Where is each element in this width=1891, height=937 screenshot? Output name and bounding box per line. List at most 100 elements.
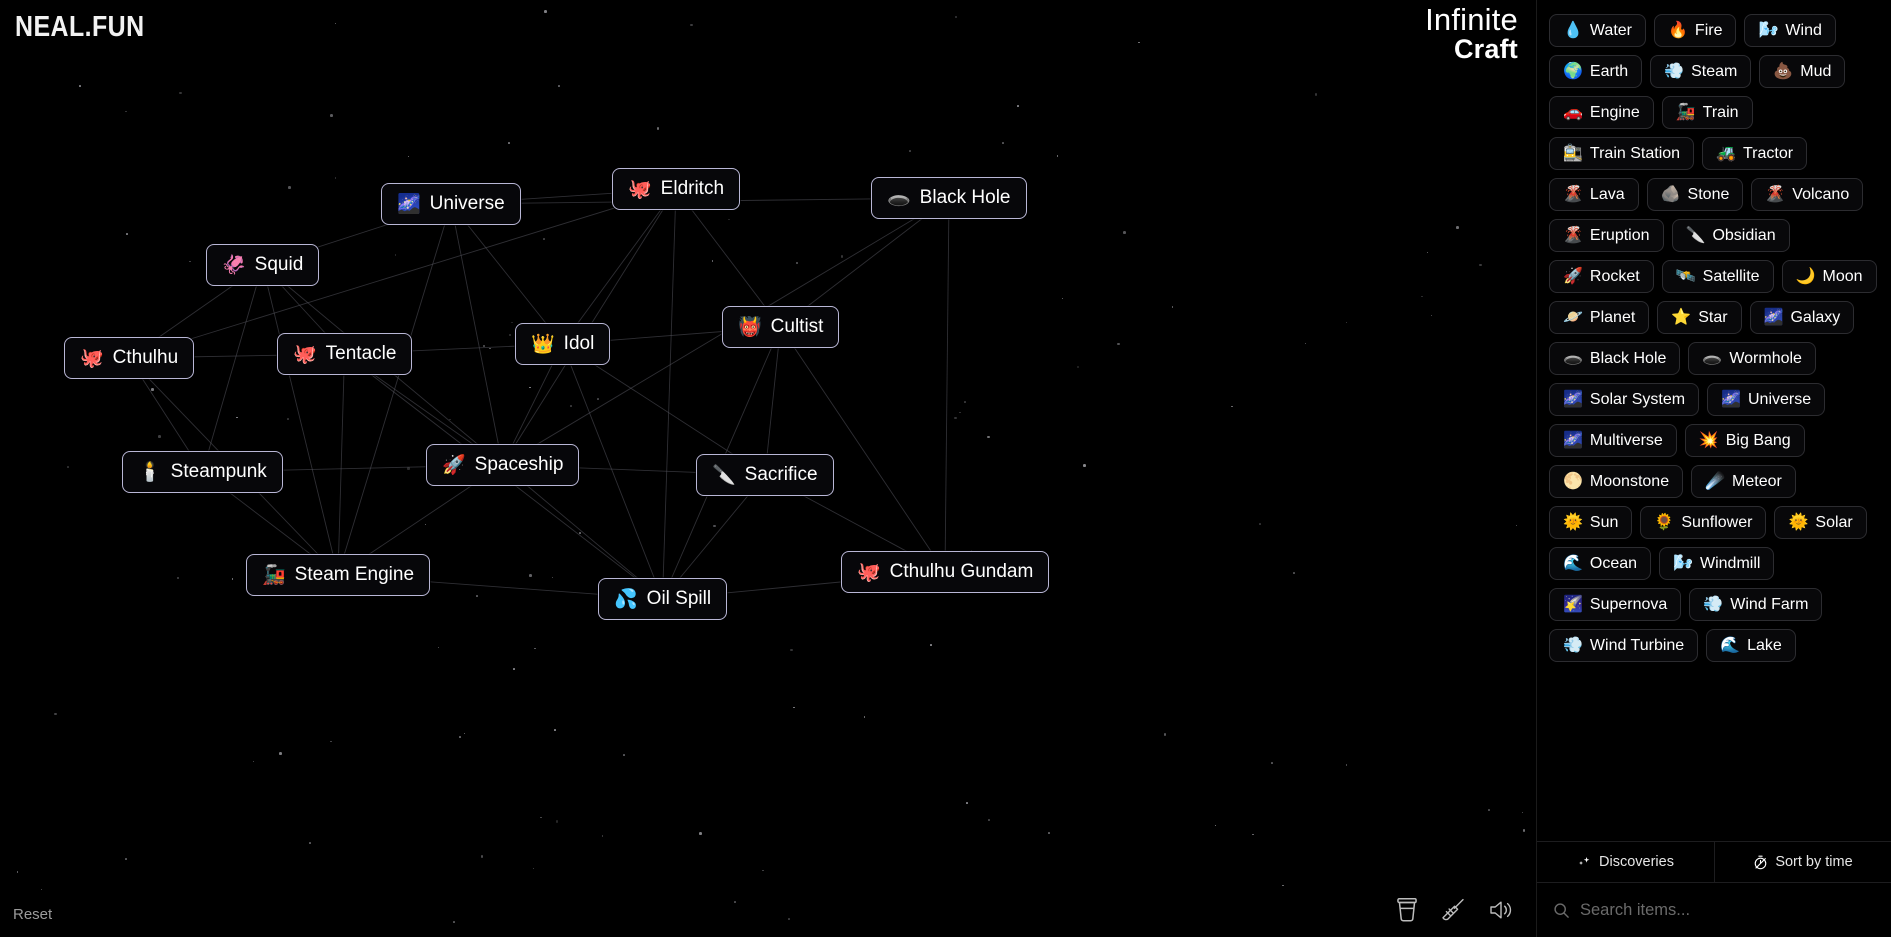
sidebar-item-water[interactable]: 💧 Water xyxy=(1549,14,1646,47)
broom-icon[interactable] xyxy=(1441,896,1467,924)
sidebar-item-earth[interactable]: 🌍 Earth xyxy=(1549,55,1643,88)
canvas-node[interactable]: 🐙 Tentacle xyxy=(277,333,413,375)
tab-discoveries[interactable]: Discoveries xyxy=(1537,842,1714,882)
sidebar-item-train[interactable]: 🚂 Train xyxy=(1661,96,1753,129)
sidebar-item-universe[interactable]: 🌌 Universe xyxy=(1707,383,1826,416)
item-emoji-icon: 🌊 xyxy=(1563,554,1583,572)
canvas-node[interactable]: 🐙 Cthulhu xyxy=(64,337,195,379)
canvas-node[interactable]: 🌌 Universe xyxy=(381,183,521,225)
item-label: Rocket xyxy=(1589,267,1640,285)
sidebar-item-multiverse[interactable]: 🌌 Multiverse xyxy=(1549,424,1677,457)
sidebar-item-train-station[interactable]: 🚉 Train Station xyxy=(1549,137,1695,170)
sidebar-item-wind-turbine[interactable]: 💨 Wind Turbine xyxy=(1549,629,1699,662)
canvas-node[interactable]: 🐙 Cthulhu Gundam xyxy=(841,551,1050,593)
coffee-cup-icon[interactable] xyxy=(1394,896,1420,924)
canvas-node[interactable]: 💦 Oil Spill xyxy=(598,578,728,620)
sidebar-item-wind[interactable]: 🌬️ Wind xyxy=(1744,14,1836,47)
sidebar-item-sun[interactable]: 🌞 Sun xyxy=(1549,506,1633,539)
item-emoji-icon: 🌌 xyxy=(1721,390,1741,408)
item-emoji-icon: 💥 xyxy=(1698,431,1719,449)
item-label: Windmill xyxy=(1699,554,1761,572)
item-emoji-icon: 🌕 xyxy=(1563,472,1583,490)
reset-button[interactable]: Reset xyxy=(13,906,52,923)
sidebar-item-satellite[interactable]: 🛰️ Satellite xyxy=(1661,260,1774,293)
canvas-node[interactable]: 🦑 Squid xyxy=(206,244,320,286)
search-input[interactable] xyxy=(1580,896,1875,924)
item-label: Solar xyxy=(1815,513,1853,531)
neal-fun-logo[interactable]: NEAL.FUN xyxy=(15,11,145,44)
item-label: Steam xyxy=(1691,62,1738,80)
sidebar-item-planet[interactable]: 🪐 Planet xyxy=(1549,301,1650,334)
item-label: Universe xyxy=(1747,390,1812,408)
sidebar-item-moon[interactable]: 🌙 Moon xyxy=(1781,260,1877,293)
sidebar-item-lava[interactable]: 🌋 Lava xyxy=(1549,178,1639,211)
sidebar-item-steam[interactable]: 💨 Steam xyxy=(1650,55,1752,88)
item-label: Star xyxy=(1698,308,1728,326)
sidebar-item-solar-system[interactable]: 🌌 Solar System xyxy=(1549,383,1700,416)
sidebar-item-windmill[interactable]: 🌬️ Windmill xyxy=(1659,547,1775,580)
item-emoji-icon: 🌊 xyxy=(1720,636,1741,654)
sidebar-item-eruption[interactable]: 🌋 Eruption xyxy=(1549,219,1664,252)
item-emoji-icon: 🌻 xyxy=(1654,513,1675,531)
item-label: Engine xyxy=(1589,103,1640,121)
node-emoji-icon: 💦 xyxy=(614,588,638,610)
item-label: Black Hole xyxy=(1589,349,1667,367)
canvas-node[interactable]: 🚂 Steam Engine xyxy=(246,554,431,596)
canvas-node[interactable]: 🕳️ Black Hole xyxy=(871,177,1027,219)
node-label: Steampunk xyxy=(170,461,267,482)
sidebar-item-rocket[interactable]: 🚀 Rocket xyxy=(1549,260,1654,293)
canvas-node[interactable]: 🚀 Spaceship xyxy=(426,444,580,486)
item-label: Wind xyxy=(1785,21,1822,39)
sidebar-item-supernova[interactable]: 🌠 Supernova xyxy=(1549,588,1682,621)
item-label: Sunflower xyxy=(1681,513,1753,531)
node-label: Cultist xyxy=(770,316,824,337)
sidebar-item-stone[interactable]: 🪨 Stone xyxy=(1646,178,1744,211)
item-emoji-icon: ☄️ xyxy=(1705,472,1726,490)
sidebar-item-meteor[interactable]: ☄️ Meteor xyxy=(1691,465,1796,498)
node-label: Idol xyxy=(563,333,595,354)
canvas-node[interactable]: 🐙 Eldritch xyxy=(612,168,741,210)
sidebar-item-ocean[interactable]: 🌊 Ocean xyxy=(1549,547,1652,580)
node-label: Sacrifice xyxy=(744,464,818,485)
sidebar-item-obsidian[interactable]: 🔪 Obsidian xyxy=(1671,219,1790,252)
item-label: Moonstone xyxy=(1589,472,1670,490)
items-scroll-pane[interactable]: 💧 Water 🔥 Fire 🌬️ Wind 🌍 Earth 💨 Steam 💩 Mud 🚗 Engine… xyxy=(1537,0,1891,841)
canvas-node[interactable]: 👹 Cultist xyxy=(722,306,840,348)
item-emoji-icon: 🔥 xyxy=(1668,21,1688,39)
sidebar-item-wind-farm[interactable]: 💨 Wind Farm xyxy=(1689,588,1823,621)
item-label: Mud xyxy=(1800,62,1832,80)
tab-sort-by-time[interactable]: Sort by time xyxy=(1714,842,1891,882)
canvas-node[interactable]: 🕯️ Steampunk xyxy=(122,451,283,493)
node-emoji-icon: 🚂 xyxy=(262,564,286,586)
items-sidebar: 💧 Water 🔥 Fire 🌬️ Wind 🌍 Earth 💨 Steam 💩 Mud 🚗 Engine… xyxy=(1536,0,1891,937)
item-emoji-icon: 🌋 xyxy=(1563,226,1583,244)
sidebar-item-black-hole[interactable]: 🕳️ Black Hole xyxy=(1549,342,1681,375)
sidebar-item-mud[interactable]: 💩 Mud xyxy=(1759,55,1846,88)
sidebar-item-big-bang[interactable]: 💥 Big Bang xyxy=(1684,424,1805,457)
sidebar-item-tractor[interactable]: 🚜 Tractor xyxy=(1702,137,1808,170)
sidebar-item-volcano[interactable]: 🌋 Volcano xyxy=(1751,178,1864,211)
sidebar-item-engine[interactable]: 🚗 Engine xyxy=(1549,96,1654,129)
item-emoji-icon: 🌬️ xyxy=(1673,554,1693,572)
sidebar-item-lake[interactable]: 🌊 Lake xyxy=(1706,629,1796,662)
item-label: Train Station xyxy=(1589,144,1681,162)
node-label: Universe xyxy=(429,193,505,214)
node-emoji-icon: 🐙 xyxy=(857,561,881,583)
canvas-node[interactable]: 🔪 Sacrifice xyxy=(696,454,834,496)
crafting-canvas[interactable]: NEAL.FUN Infinite Craft 🌌 Universe 🐙 Eldrit… xyxy=(0,0,1536,937)
search-bar xyxy=(1537,883,1891,937)
items-fade-overlay xyxy=(1537,781,1891,841)
node-label: Tentacle xyxy=(325,343,397,364)
canvas-node[interactable]: 👑 Idol xyxy=(515,323,611,365)
speaker-icon[interactable] xyxy=(1488,896,1514,924)
sidebar-item-star[interactable]: ⭐ Star xyxy=(1657,301,1742,334)
sidebar-item-fire[interactable]: 🔥 Fire xyxy=(1654,14,1737,47)
sidebar-item-moonstone[interactable]: 🌕 Moonstone xyxy=(1549,465,1684,498)
search-icon xyxy=(1554,902,1569,918)
sidebar-item-galaxy[interactable]: 🌌 Galaxy xyxy=(1749,301,1855,334)
sidebar-item-sunflower[interactable]: 🌻 Sunflower xyxy=(1640,506,1767,539)
sidebar-item-wormhole[interactable]: 🕳️ Wormhole xyxy=(1688,342,1816,375)
page-title: Infinite Craft xyxy=(1425,4,1518,63)
item-emoji-icon: 💨 xyxy=(1563,636,1583,654)
sidebar-item-solar[interactable]: 🌞 Solar xyxy=(1774,506,1867,539)
